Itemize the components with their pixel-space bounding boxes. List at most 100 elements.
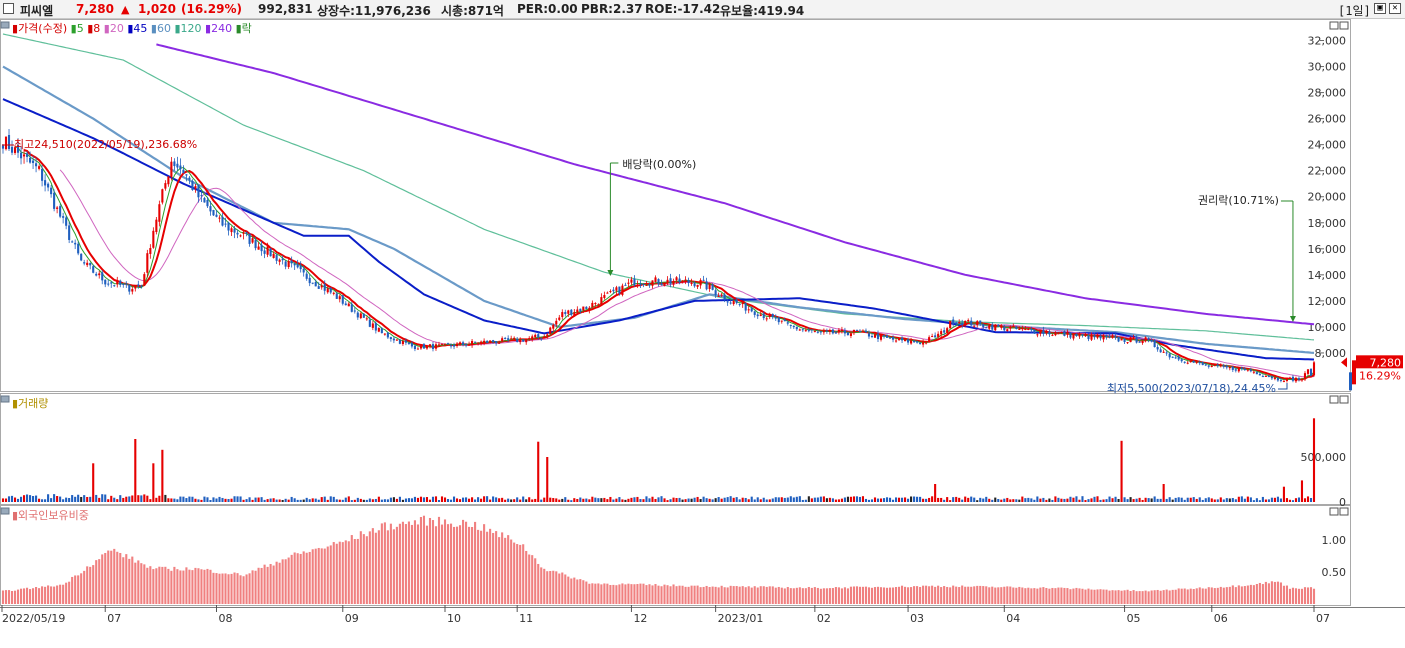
- candle[interactable]: [89, 262, 92, 266]
- candle[interactable]: [53, 192, 56, 209]
- volume-bar[interactable]: [1129, 497, 1132, 502]
- foreign-ownership-bar[interactable]: [77, 575, 80, 604]
- volume-bar[interactable]: [750, 496, 753, 502]
- candle[interactable]: [801, 329, 804, 331]
- candle[interactable]: [284, 261, 287, 267]
- foreign-ownership-bar[interactable]: [431, 520, 435, 604]
- volume-bar[interactable]: [44, 499, 47, 502]
- foreign-ownership-bar[interactable]: [1030, 588, 1033, 604]
- candle[interactable]: [1051, 334, 1054, 336]
- volume-bar[interactable]: [1207, 497, 1210, 502]
- candle[interactable]: [299, 265, 302, 270]
- candle[interactable]: [468, 344, 471, 346]
- volume-bar[interactable]: [215, 498, 218, 502]
- volume-bar[interactable]: [576, 498, 579, 502]
- candle[interactable]: [437, 344, 441, 346]
- foreign-ownership-bar[interactable]: [200, 569, 203, 604]
- foreign-ownership-bar[interactable]: [461, 519, 465, 604]
- foreign-ownership-bar[interactable]: [675, 586, 678, 604]
- candle[interactable]: [891, 337, 895, 340]
- volume-bar[interactable]: [465, 497, 468, 502]
- foreign-ownership-bar[interactable]: [1126, 589, 1129, 604]
- volume-bar[interactable]: [200, 499, 203, 502]
- foreign-ownership-bar[interactable]: [1258, 582, 1261, 604]
- candle[interactable]: [266, 246, 269, 255]
- foreign-ownership-bar[interactable]: [967, 586, 970, 604]
- candle[interactable]: [516, 338, 519, 342]
- candle[interactable]: [735, 299, 738, 304]
- candle[interactable]: [1033, 329, 1036, 334]
- foreign-ownership-bar[interactable]: [901, 585, 904, 604]
- candle[interactable]: [347, 303, 350, 307]
- volume-bar[interactable]: [374, 498, 377, 502]
- volume-bar[interactable]: [1282, 486, 1285, 502]
- close-icon[interactable]: ✕: [1389, 3, 1401, 14]
- candle[interactable]: [1015, 326, 1018, 329]
- candle[interactable]: [80, 253, 83, 261]
- foreign-ownership-bar[interactable]: [1165, 589, 1168, 604]
- candle[interactable]: [323, 284, 326, 291]
- foreign-ownership-bar[interactable]: [1213, 588, 1216, 604]
- candle[interactable]: [386, 332, 389, 338]
- candle[interactable]: [834, 332, 837, 334]
- volume-bar[interactable]: [573, 498, 576, 502]
- candle[interactable]: [705, 281, 708, 290]
- volume-bar[interactable]: [714, 498, 717, 502]
- volume-bar[interactable]: [888, 497, 892, 502]
- candle[interactable]: [1153, 340, 1156, 348]
- volume-bar[interactable]: [1228, 498, 1231, 502]
- candle[interactable]: [600, 297, 603, 305]
- foreign-ownership-bar[interactable]: [997, 587, 1000, 604]
- volume-bar[interactable]: [19, 496, 23, 502]
- candle[interactable]: [149, 248, 152, 254]
- foreign-ownership-bar[interactable]: [167, 568, 170, 604]
- volume-bar[interactable]: [32, 495, 35, 502]
- candle[interactable]: [591, 302, 594, 308]
- foreign-ownership-bar[interactable]: [158, 566, 161, 604]
- volume-bar[interactable]: [858, 496, 862, 502]
- foreign-ownership-bar[interactable]: [146, 567, 149, 604]
- foreign-ownership-bar[interactable]: [873, 587, 877, 604]
- candle[interactable]: [813, 331, 816, 333]
- candle[interactable]: [696, 284, 699, 287]
- candle[interactable]: [374, 322, 377, 331]
- candle[interactable]: [1246, 369, 1249, 371]
- foreign-ownership-bar[interactable]: [913, 586, 916, 604]
- foreign-ownership-bar[interactable]: [940, 587, 943, 604]
- volume-bar[interactable]: [600, 498, 603, 502]
- foreign-ownership-bar[interactable]: [922, 585, 925, 604]
- candle[interactable]: [335, 293, 338, 299]
- candle[interactable]: [474, 341, 477, 343]
- candle[interactable]: [278, 259, 281, 262]
- foreign-ownership-bar[interactable]: [636, 584, 639, 604]
- volume-bar[interactable]: [383, 499, 386, 502]
- candle[interactable]: [1045, 331, 1048, 334]
- volume-bar[interactable]: [1018, 499, 1021, 502]
- volume-bar[interactable]: [609, 496, 612, 502]
- volume-bar[interactable]: [1045, 499, 1048, 502]
- volume-bar[interactable]: [997, 499, 1000, 502]
- candle[interactable]: [167, 176, 170, 185]
- candle[interactable]: [885, 335, 889, 338]
- volume-bar[interactable]: [630, 497, 633, 502]
- volume-bar[interactable]: [510, 499, 513, 502]
- candle[interactable]: [768, 314, 771, 318]
- foreign-ownership-bar[interactable]: [1066, 588, 1069, 604]
- candle[interactable]: [359, 313, 362, 319]
- volume-bar[interactable]: [603, 497, 606, 502]
- foreign-ownership-bar[interactable]: [356, 538, 359, 604]
- candle[interactable]: [119, 280, 122, 285]
- volume-bar[interactable]: [558, 499, 561, 502]
- candle[interactable]: [431, 344, 435, 349]
- foreign-ownership-bar[interactable]: [988, 587, 991, 604]
- foreign-ownership-bar[interactable]: [227, 574, 230, 604]
- foreign-ownership-bar[interactable]: [314, 548, 317, 604]
- volume-bar[interactable]: [179, 496, 182, 502]
- foreign-ownership-bar[interactable]: [41, 586, 44, 604]
- foreign-ownership-bar[interactable]: [218, 573, 221, 604]
- candle[interactable]: [588, 307, 591, 310]
- volume-bar[interactable]: [284, 498, 287, 502]
- candle[interactable]: [1, 145, 5, 149]
- candle[interactable]: [1192, 360, 1195, 363]
- candle[interactable]: [612, 289, 615, 292]
